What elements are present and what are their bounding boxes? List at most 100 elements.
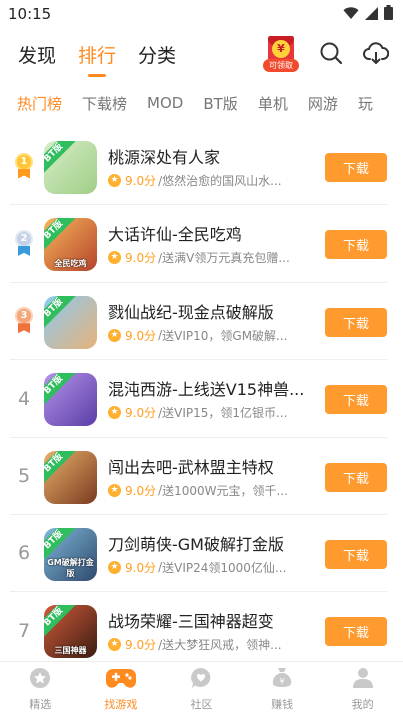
game-icon[interactable]: BT版 GM破解打金版 — [44, 527, 97, 581]
game-desc: 送VIP10，领GM破解... — [162, 328, 288, 343]
bottom-tab-community[interactable]: 社区 — [161, 662, 242, 717]
star-icon: ★ — [108, 406, 121, 420]
download-button[interactable]: 下载 — [325, 153, 387, 182]
game-desc: 送满V领万元真充包赠... — [162, 251, 290, 266]
game-desc: 送VIP15，领1亿银币... — [162, 406, 288, 421]
bottom-tab-find-games[interactable]: 找游戏 — [81, 662, 162, 717]
top-nav: 发现 排行 分类 ¥ 可领取 — [0, 28, 403, 80]
category-tabs: 热门榜 下载榜 MOD BT版 单机 网游 玩 — [0, 80, 403, 126]
bottom-tab-profile[interactable]: 我的 — [322, 662, 403, 717]
star-icon: ★ — [108, 328, 121, 342]
game-row[interactable]: 3 BT版 戮仙战纪-现金点破解版 ★ 9.0分 / 送VIP10，领GM破解... … — [0, 283, 403, 361]
star-icon: ★ — [108, 251, 121, 265]
tab-category[interactable]: 分类 — [138, 41, 176, 68]
game-desc: 悠然治愈的国风山水... — [162, 174, 282, 188]
icon-caption: 三国神器 — [54, 646, 87, 656]
icon-caption: 全民吃鸡 — [54, 259, 87, 269]
wifi-icon — [343, 5, 359, 24]
bt-tag: BT版 — [44, 295, 76, 330]
download-button[interactable]: 下载 — [325, 230, 387, 260]
game-score: 9.0分 — [125, 328, 157, 343]
download-button[interactable]: 下载 — [325, 539, 387, 569]
download-button[interactable]: 下载 — [325, 462, 387, 492]
cloud-download-icon[interactable] — [363, 41, 390, 69]
icon-caption: GM破解打金版 — [47, 557, 94, 578]
gamepad-icon — [105, 667, 136, 693]
game-score: 9.0分 — [125, 406, 157, 421]
game-row[interactable]: 2 BT版 全民吃鸡 大话许仙-全民吃鸡 ★ 9.0分 / 送满V领万元真充包赠...… — [0, 205, 403, 283]
rank-number: 6 — [17, 542, 31, 565]
category-mod[interactable]: MOD — [147, 94, 183, 112]
game-score: 9.0分 — [125, 251, 157, 266]
game-row[interactable]: 4 BT版 混沌西游-上线送V15神兽... ★ 9.0分 / 送VIP15，领1亿银… — [0, 360, 403, 438]
chat-bubble-icon — [190, 667, 212, 693]
rank-number: 7 — [17, 619, 31, 642]
game-score: 9.0分 — [125, 483, 157, 498]
bottom-tab-bar: 精选 找游戏 社区 ¥ 赚钱 我的 — [0, 661, 403, 717]
bottom-tab-earn[interactable]: ¥ 赚钱 — [242, 662, 323, 717]
bt-tag: BT版 — [44, 141, 76, 176]
game-title[interactable]: 闯出去吧-武林盟主特权 — [108, 454, 308, 475]
game-icon[interactable]: BT版 — [44, 450, 97, 504]
user-icon — [352, 667, 374, 693]
game-icon[interactable]: BT版 — [44, 141, 97, 194]
rank-badge: 1 — [12, 128, 36, 205]
category-online[interactable]: 网游 — [308, 93, 338, 114]
bt-tag: BT版 — [44, 605, 76, 640]
category-more[interactable]: 玩 — [358, 93, 373, 114]
status-time: 10:15 — [8, 5, 52, 23]
red-envelope-promo-button[interactable]: ¥ 可领取 — [263, 36, 299, 74]
bottom-tab-label: 社区 — [190, 698, 213, 711]
rank-number: 4 — [17, 387, 31, 410]
star-badge-icon — [29, 667, 51, 693]
bottom-tab-label: 精选 — [29, 698, 52, 711]
game-row[interactable]: 1 BT版 桃源深处有人家 ★ 9.0分 / 悠然治愈的国风山水... 下载 — [0, 128, 403, 206]
star-icon: ★ — [108, 560, 121, 574]
download-button[interactable]: 下载 — [325, 617, 387, 647]
game-icon[interactable]: BT版 — [44, 373, 97, 427]
star-icon: ★ — [108, 174, 121, 187]
rank-badge: 2 — [12, 205, 36, 282]
game-row[interactable]: 5 BT版 闯出去吧-武林盟主特权 ★ 9.0分 / 送1000W元宝，领千... 下… — [0, 438, 403, 515]
game-desc: 送大梦狂风戒，领神... — [162, 638, 282, 653]
gold-medal-icon: 1 — [14, 152, 34, 181]
game-desc: 送VIP24领1000亿仙... — [162, 560, 287, 575]
promo-tag: 可领取 — [263, 59, 299, 72]
svg-text:¥: ¥ — [280, 677, 285, 686]
game-row[interactable]: 7 BT版 三国神器 战场荣耀-三国神器超变 ★ 9.0分 / 送大梦狂风戒，领神..… — [0, 592, 403, 670]
game-icon[interactable]: BT版 全民吃鸡 — [44, 218, 97, 272]
category-bt[interactable]: BT版 — [203, 93, 237, 114]
bt-tag: BT版 — [44, 218, 76, 253]
category-single-player[interactable]: 单机 — [258, 93, 288, 114]
rank-badge: 3 — [12, 283, 36, 360]
download-button[interactable]: 下载 — [325, 385, 387, 415]
download-button[interactable]: 下载 — [325, 307, 387, 337]
game-score: 9.0分 — [125, 174, 157, 188]
bottom-tab-label: 赚钱 — [271, 698, 294, 711]
bt-tag: BT版 — [44, 450, 76, 485]
category-hot[interactable]: 热门榜 — [17, 93, 62, 114]
game-icon[interactable]: BT版 — [44, 295, 97, 349]
game-title[interactable]: 战场荣耀-三国神器超变 — [108, 608, 308, 629]
game-ranking-list: 1 BT版 桃源深处有人家 ★ 9.0分 / 悠然治愈的国风山水... 下载 2 BT… — [0, 128, 403, 670]
category-downloads[interactable]: 下载榜 — [82, 93, 127, 114]
game-row[interactable]: 6 BT版 GM破解打金版 刀剑萌侠-GM破解打金版 ★ 9.0分 / 送VIP24领… — [0, 515, 403, 593]
game-title[interactable]: 混沌西游-上线送V15神兽... — [108, 376, 308, 397]
star-icon: ★ — [108, 483, 121, 497]
game-title[interactable]: 刀剑萌侠-GM破解打金版 — [108, 531, 308, 552]
signal-icon — [365, 5, 378, 24]
bottom-tab-label: 找游戏 — [104, 698, 138, 711]
game-title[interactable]: 桃源深处有人家 — [108, 144, 308, 165]
tab-discover[interactable]: 发现 — [18, 41, 56, 68]
game-icon[interactable]: BT版 三国神器 — [44, 605, 97, 659]
coin-icon: ¥ — [272, 40, 290, 58]
silver-medal-icon: 2 — [14, 229, 34, 258]
search-icon[interactable] — [319, 41, 343, 69]
bottom-tab-featured[interactable]: 精选 — [0, 662, 81, 717]
tab-ranking[interactable]: 排行 — [78, 41, 116, 68]
system-icons — [343, 4, 393, 24]
star-icon: ★ — [108, 638, 121, 652]
game-title[interactable]: 大话许仙-全民吃鸡 — [108, 221, 308, 242]
money-bag-icon: ¥ — [271, 667, 293, 693]
game-title[interactable]: 戮仙战纪-现金点破解版 — [108, 299, 308, 320]
